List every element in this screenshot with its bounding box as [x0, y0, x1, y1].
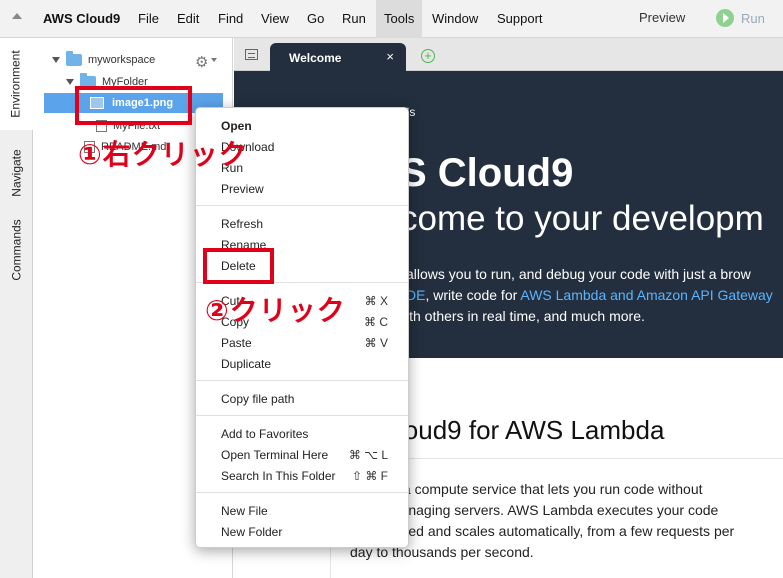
menu-window[interactable]: Window: [432, 11, 478, 26]
menu-separator: [196, 380, 408, 381]
menu-separator: [196, 492, 408, 493]
tab-environment-label: Environment: [9, 50, 23, 118]
menu-item-copy-file-path[interactable]: Copy file path: [221, 392, 294, 406]
menu-separator: [196, 205, 408, 206]
shortcut-paste: ⌘ V: [364, 336, 388, 350]
chevron-down-icon[interactable]: [211, 58, 217, 62]
shortcut-cut: ⌘ X: [364, 294, 388, 308]
menu-separator: [196, 415, 408, 416]
menu-view[interactable]: View: [261, 11, 289, 26]
annotation-box-delete: [203, 248, 274, 284]
tab-commands[interactable]: Commands: [0, 210, 33, 290]
close-icon[interactable]: ×: [386, 49, 394, 64]
tree-item-workspace[interactable]: myworkspace: [52, 50, 155, 70]
run-button[interactable]: Run: [741, 11, 765, 26]
shortcut-copy: ⌘ C: [364, 315, 388, 329]
menu-edit[interactable]: Edit: [177, 11, 199, 26]
menu-item-new-file[interactable]: New File: [221, 504, 268, 518]
folder-icon: [66, 51, 82, 66]
menu-item-preview[interactable]: Preview: [221, 182, 264, 196]
menu-item-open[interactable]: Open: [221, 119, 252, 133]
expand-arrow-icon[interactable]: [52, 57, 60, 63]
menu-tools[interactable]: Tools: [376, 0, 423, 38]
menu-item-paste[interactable]: Paste: [221, 336, 252, 350]
hero-line-3: ith others in real time, and much more.: [406, 308, 645, 324]
section-heading: loud9 for AWS Lambda: [398, 415, 665, 445]
add-tab-icon[interactable]: +: [421, 49, 435, 63]
tab-navigate-label: Navigate: [9, 149, 24, 197]
preview-button[interactable]: Preview: [639, 10, 685, 25]
menu-file[interactable]: File: [138, 11, 159, 26]
tab-list-icon[interactable]: [245, 49, 258, 60]
hero-title: S Cloud9: [400, 151, 574, 195]
menu-item-refresh[interactable]: Refresh: [221, 217, 263, 231]
menu-item-open-terminal[interactable]: Open Terminal Here: [221, 448, 328, 462]
annotation-step-2: ②クリック: [205, 295, 346, 326]
menu-item-search-folder[interactable]: Search In This Folder: [221, 469, 336, 483]
editor-tab-bar: Welcome × +: [234, 38, 783, 71]
menu-support[interactable]: Support: [497, 11, 543, 26]
hero-welcome: come to your developm: [400, 199, 764, 238]
tab-environment[interactable]: Environment: [0, 38, 33, 130]
tab-welcome-label: Welcome: [289, 51, 342, 65]
annotation-box-file: [75, 86, 192, 125]
tab-welcome[interactable]: Welcome ×: [270, 43, 406, 71]
hero-line-2: DE, write code for AWS Lambda and Amazon…: [406, 287, 773, 303]
shortcut-terminal: ⌘ ⌥ L: [348, 448, 388, 462]
menu-run[interactable]: Run: [342, 11, 366, 26]
run-icon[interactable]: [716, 9, 734, 27]
hero-line-1: allows you to run, and debug your code w…: [406, 266, 751, 282]
expand-arrow-icon[interactable]: [66, 79, 74, 85]
menu-item-add-to-favorites[interactable]: Add to Favorites: [221, 427, 308, 441]
collapse-arrow-icon[interactable]: [12, 13, 22, 19]
menu-item-duplicate[interactable]: Duplicate: [221, 357, 271, 371]
menu-bar: AWS Cloud9 File Edit Find View Go Run To…: [0, 0, 783, 38]
gear-icon[interactable]: ⚙: [195, 53, 208, 71]
tab-navigate[interactable]: Navigate: [0, 138, 33, 208]
brand-menu[interactable]: AWS Cloud9: [43, 11, 120, 26]
menu-item-new-folder[interactable]: New Folder: [221, 525, 282, 539]
lambda-api-gateway-link[interactable]: AWS Lambda and Amazon API Gateway: [520, 287, 772, 303]
hero-line-2-text: , write code for: [425, 287, 521, 303]
annotation-step-1: ①右クリック: [78, 139, 248, 170]
menu-go[interactable]: Go: [307, 11, 324, 26]
menu-find[interactable]: Find: [218, 11, 243, 26]
tree-item-workspace-label: myworkspace: [88, 54, 156, 66]
shortcut-search: ⇧ ⌘ F: [351, 469, 388, 483]
tab-commands-label: Commands: [9, 219, 24, 281]
side-tab-bar: Environment Navigate Commands: [0, 38, 33, 578]
